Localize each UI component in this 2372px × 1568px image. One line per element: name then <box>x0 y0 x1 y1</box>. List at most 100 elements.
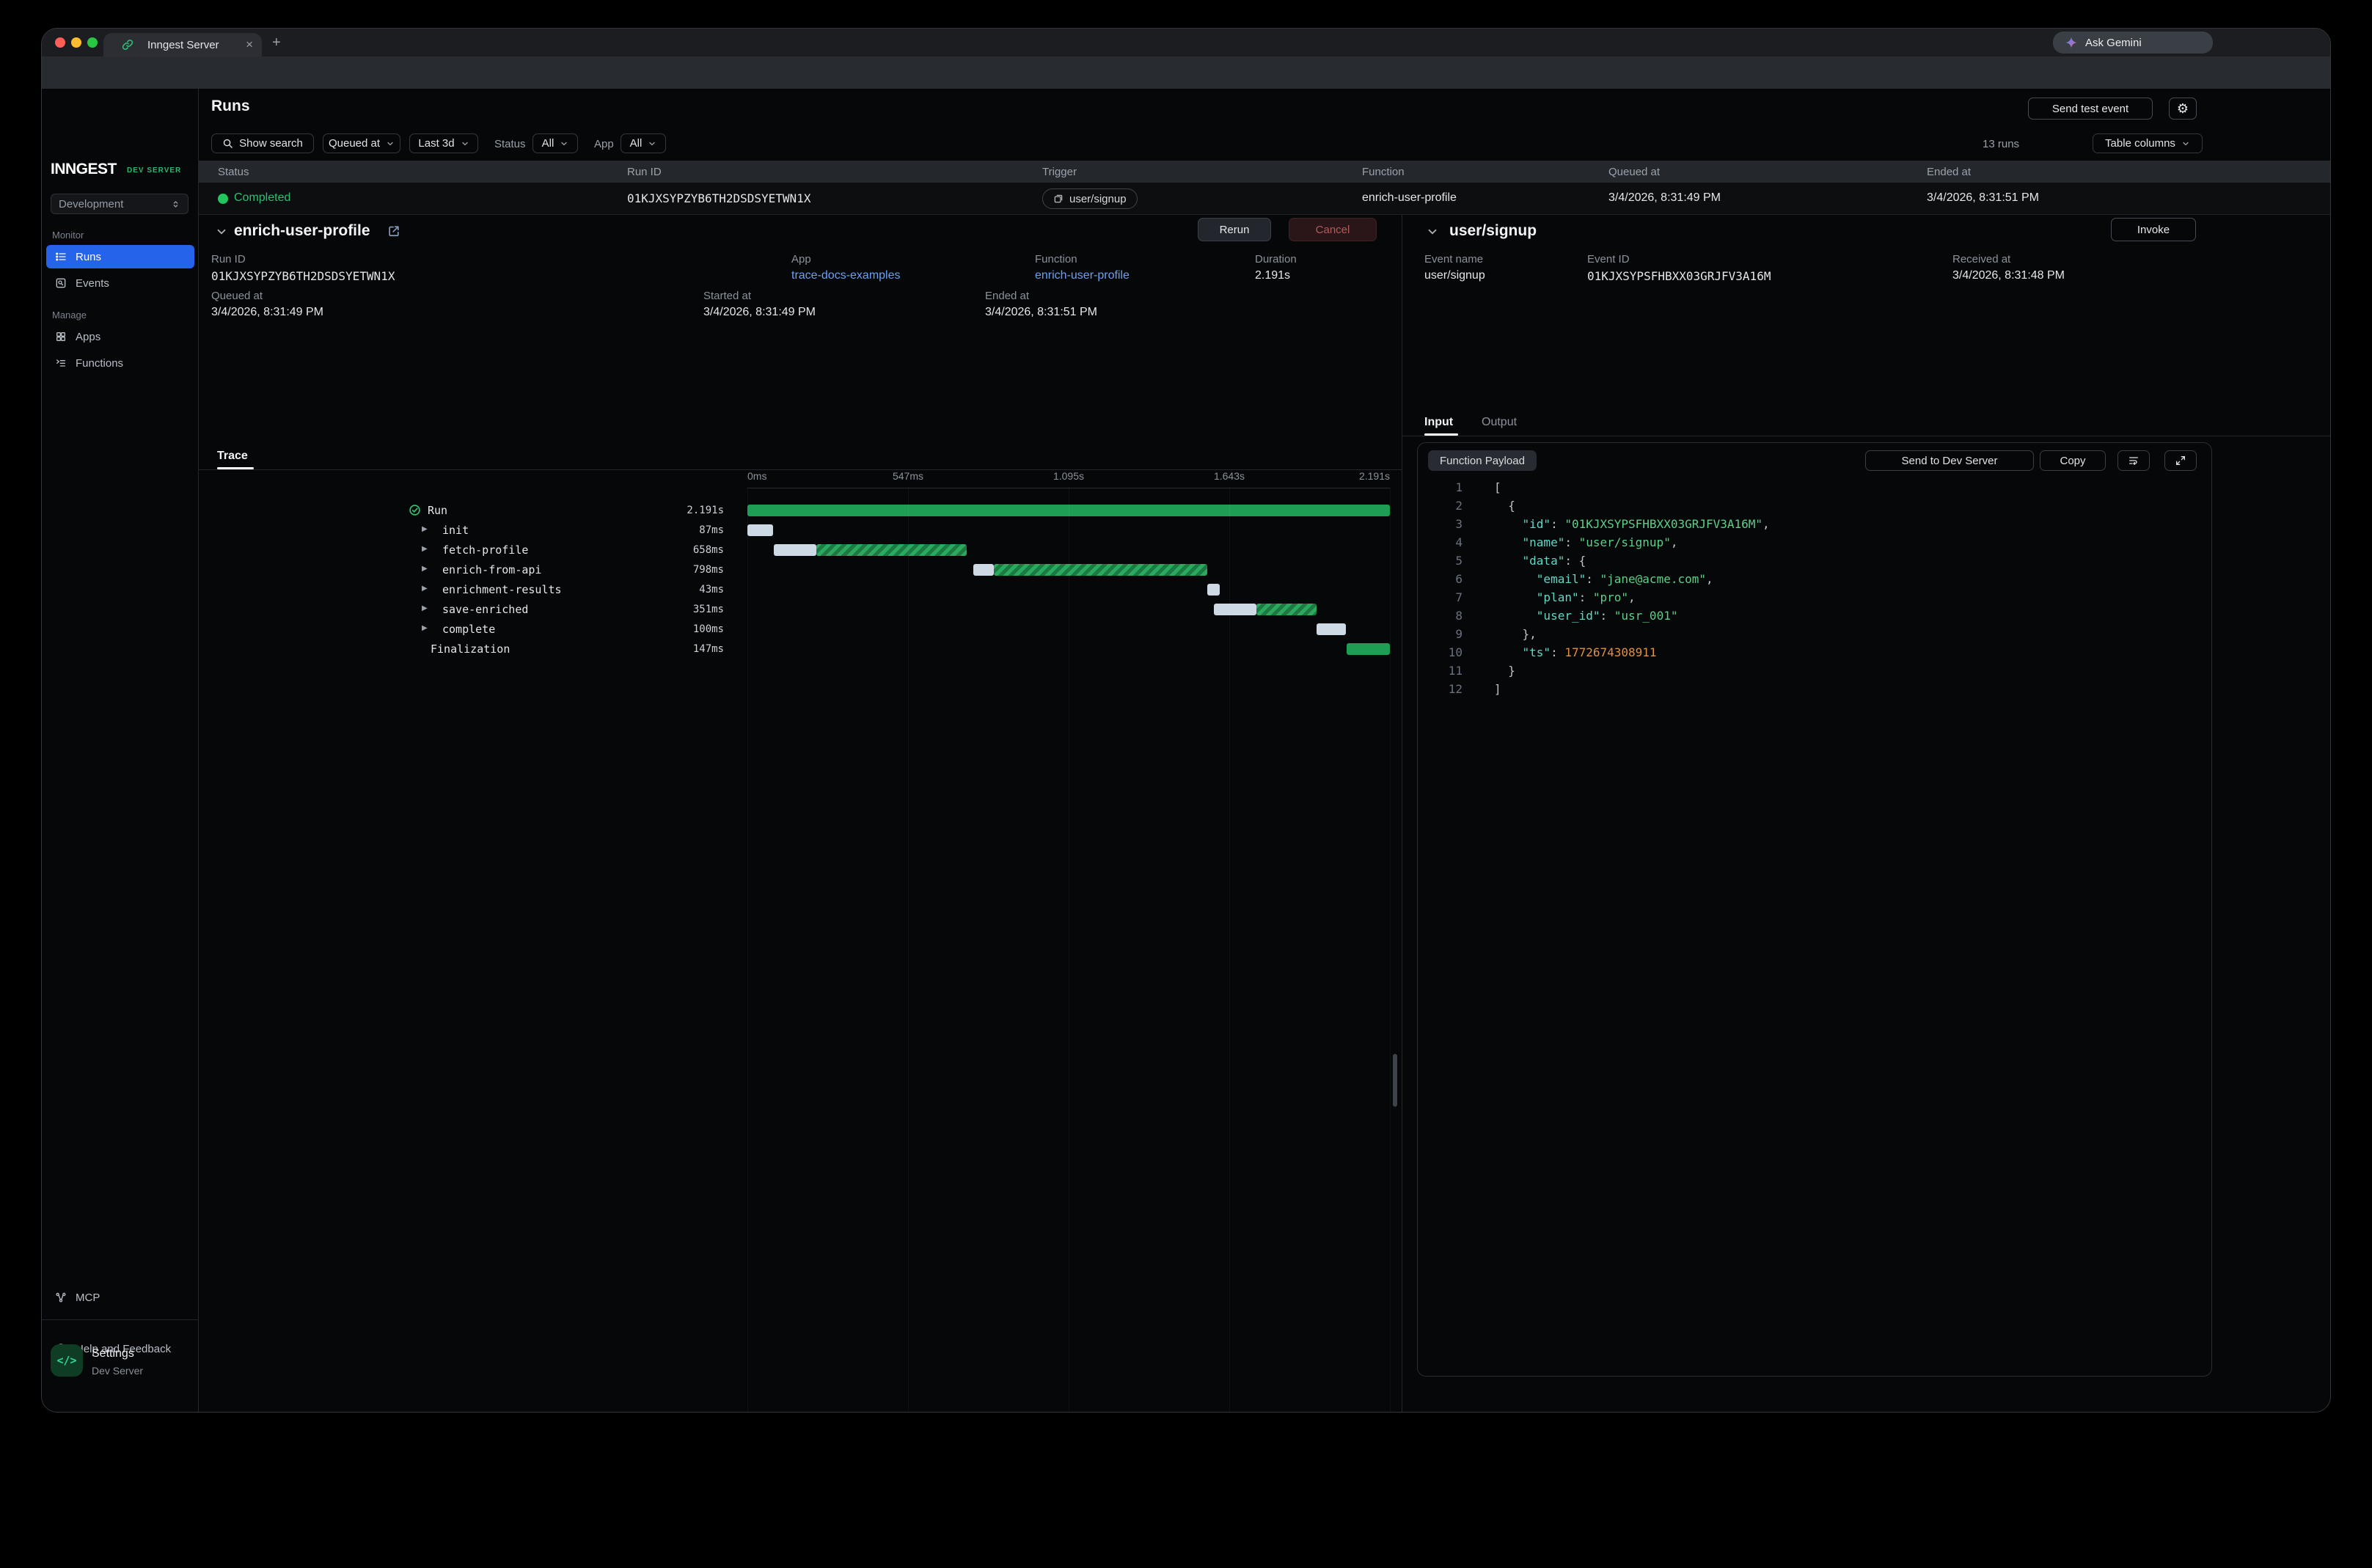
trace-bar-queued[interactable] <box>747 524 773 536</box>
trace-row-init[interactable]: ▶init87ms <box>199 521 1402 541</box>
app-filter-select[interactable]: All <box>621 133 666 153</box>
runs-count: 13 runs <box>1983 138 2019 150</box>
manage-section-label: Manage <box>52 309 87 320</box>
collapse-event-chevron-icon[interactable] <box>1426 225 1439 238</box>
send-to-dev-server-label: Send to Dev Server <box>1902 455 1998 467</box>
function-payload-chip[interactable]: Function Payload <box>1428 450 1537 471</box>
tab-input[interactable]: Input <box>1424 416 1453 429</box>
show-search-button[interactable]: Show search <box>211 133 314 153</box>
trace-step-name: Run <box>428 504 447 517</box>
settings-subtitle: Dev Server <box>92 1365 143 1377</box>
trace-row-enrichment-results[interactable]: ▶enrichment-results43ms <box>199 580 1402 600</box>
column-header-ended[interactable]: Ended at <box>1927 166 1971 178</box>
sidebar-item-mcp[interactable]: MCP <box>46 1286 194 1309</box>
trace-step-name: enrich-from-api <box>442 563 541 576</box>
sidebar-item-events[interactable]: Events <box>46 271 194 295</box>
expand-step-icon[interactable]: ▶ <box>422 624 428 632</box>
ask-gemini-label: Ask Gemini <box>2085 37 2142 49</box>
trace-row-finalization[interactable]: Finalization147ms <box>199 640 1402 659</box>
column-header-run-id[interactable]: Run ID <box>627 166 662 178</box>
line-number: 5 <box>1418 552 1463 570</box>
status-filter-select[interactable]: All <box>532 133 578 153</box>
close-tab-icon[interactable]: × <box>246 37 253 52</box>
dev-server-settings-icon[interactable]: </> <box>51 1344 83 1377</box>
sidebar-item-functions[interactable]: Functions <box>46 351 194 375</box>
minimize-window-button[interactable] <box>71 37 81 48</box>
settings-gear-button[interactable]: ⚙ <box>2169 98 2197 120</box>
settings-title[interactable]: Settings <box>92 1347 134 1360</box>
cancel-button[interactable]: Cancel <box>1289 218 1377 241</box>
app-link[interactable]: trace-docs-examples <box>791 269 901 282</box>
column-header-status[interactable]: Status <box>218 166 249 178</box>
environment-select[interactable]: Development <box>51 194 188 214</box>
send-test-event-button[interactable]: Send test event <box>2028 98 2153 120</box>
code-line: 6 "email": "jane@acme.com", <box>1418 570 2211 588</box>
new-tab-button[interactable]: + <box>272 34 281 51</box>
trace-row-enrich-from-api[interactable]: ▶enrich-from-api798ms <box>199 560 1402 580</box>
queued-at-filter[interactable]: Queued at <box>323 133 400 153</box>
run-title: enrich-user-profile <box>234 222 370 240</box>
trace-bar-queued[interactable] <box>774 544 816 556</box>
rerun-label: Rerun <box>1220 224 1250 236</box>
sidebar-item-label: Runs <box>76 251 101 263</box>
function-link[interactable]: enrich-user-profile <box>1035 269 1130 282</box>
expand-button[interactable] <box>2164 450 2197 471</box>
trace-row-run[interactable]: Run2.191s <box>199 501 1402 521</box>
external-link-icon[interactable] <box>387 224 401 238</box>
trace-row-fetch-profile[interactable]: ▶fetch-profile658ms <box>199 541 1402 560</box>
trace-bar-running[interactable] <box>1256 604 1317 615</box>
expand-step-icon[interactable]: ▶ <box>422 545 428 553</box>
trace-bar-queued[interactable] <box>1214 604 1256 615</box>
column-header-trigger[interactable]: Trigger <box>1042 166 1077 178</box>
trigger-badge[interactable]: user/signup <box>1042 188 1138 209</box>
trace-bar-queued[interactable] <box>1317 623 1346 635</box>
wrap-text-button[interactable] <box>2117 450 2150 471</box>
line-number: 1 <box>1418 478 1463 497</box>
rerun-button[interactable]: Rerun <box>1198 218 1271 241</box>
column-header-queued[interactable]: Queued at <box>1608 166 1660 178</box>
collapse-run-chevron-icon[interactable] <box>215 225 228 238</box>
dev-server-badge: DEV SERVER <box>127 166 181 175</box>
trace-bar-run[interactable] <box>1347 643 1390 655</box>
trace-bar-running[interactable] <box>816 544 967 556</box>
event-name-value: user/signup <box>1424 269 1485 282</box>
trace-row-complete[interactable]: ▶complete100ms <box>199 620 1402 640</box>
expand-step-icon[interactable]: ▶ <box>422 604 428 612</box>
copy-button[interactable]: Copy <box>2040 450 2106 471</box>
send-to-dev-server-button[interactable]: Send to Dev Server <box>1865 450 2034 471</box>
table-columns-button[interactable]: Table columns <box>2093 133 2203 153</box>
expand-step-icon[interactable]: ▶ <box>422 565 428 573</box>
invoke-button[interactable]: Invoke <box>2111 218 2196 241</box>
search-icon <box>222 138 233 149</box>
trace-bar-running[interactable] <box>994 564 1207 576</box>
queued-at-label: Queued at <box>211 290 263 302</box>
line-number: 10 <box>1418 643 1463 662</box>
time-range-filter[interactable]: Last 3d <box>409 133 478 153</box>
trace-step-name: fetch-profile <box>442 543 528 557</box>
expand-step-icon[interactable]: ▶ <box>422 525 428 533</box>
trace-scrollbar[interactable] <box>1393 1054 1397 1107</box>
gemini-sparkle-icon <box>2065 36 2078 49</box>
duration-label: Duration <box>1255 253 1297 265</box>
axis-tick-label: 547ms <box>879 470 937 482</box>
sidebar-item-runs[interactable]: Runs <box>46 245 194 268</box>
trace-row-save-enriched[interactable]: ▶save-enriched351ms <box>199 600 1402 620</box>
tab-output[interactable]: Output <box>1482 416 1517 429</box>
trace-bar-queued[interactable] <box>1207 584 1220 596</box>
sidebar-divider <box>42 1319 199 1320</box>
ask-gemini-button[interactable]: Ask Gemini <box>2053 32 2213 54</box>
zoom-window-button[interactable] <box>87 37 98 48</box>
payload-json-code[interactable]: 1[2 {3 "id": "01KJXSYPSFHBXX03GRJFV3A16M… <box>1418 478 2211 698</box>
trace-step-name: enrichment-results <box>442 583 562 596</box>
column-header-function[interactable]: Function <box>1362 166 1405 178</box>
axis-tick-label: 0ms <box>747 470 766 482</box>
browser-tab[interactable]: Inngest Server × <box>103 33 262 56</box>
trace-bar-queued[interactable] <box>973 564 994 576</box>
table-row[interactable]: Completed 01KJXSYPZYB6TH2DSDSYETWN1X use… <box>199 183 2331 215</box>
runs-icon <box>55 251 67 263</box>
expand-step-icon[interactable]: ▶ <box>422 585 428 593</box>
close-window-button[interactable] <box>55 37 65 48</box>
tab-trace[interactable]: Trace <box>217 450 248 463</box>
chevron-down-icon <box>560 139 568 148</box>
sidebar-item-apps[interactable]: Apps <box>46 325 194 348</box>
